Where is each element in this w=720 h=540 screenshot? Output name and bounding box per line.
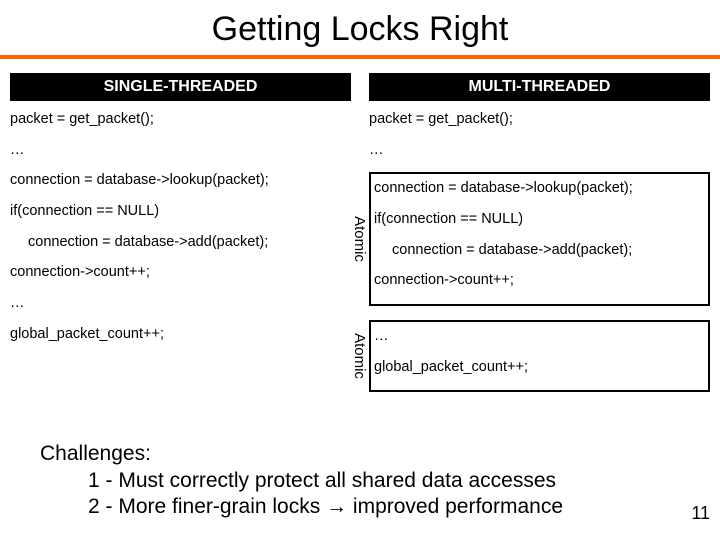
code-line: if(connection == NULL) bbox=[374, 211, 705, 228]
code-line: connection = database->add(packet); bbox=[10, 234, 351, 251]
code-line: packet = get_packet(); bbox=[10, 111, 351, 128]
code-line: … bbox=[10, 295, 351, 312]
atomic-box-2: Atomic … global_packet_count++; bbox=[369, 320, 710, 392]
code-line: if(connection == NULL) bbox=[10, 203, 351, 220]
left-column: SINGLE-THREADED packet = get_packet(); …… bbox=[10, 73, 351, 406]
challenges-title: Challenges: bbox=[40, 441, 563, 467]
code-line: connection = database->lookup(packet); bbox=[374, 180, 705, 197]
right-column: MULTI-THREADED packet = get_packet(); … … bbox=[369, 73, 710, 406]
challenges-block: Challenges: 1 - Must correctly protect a… bbox=[40, 441, 563, 520]
challenge-item-2: 2 - More finer-grain locks → improved pe… bbox=[40, 494, 563, 520]
code-line: … bbox=[10, 142, 351, 159]
slide-title: Getting Locks Right bbox=[0, 0, 720, 55]
left-header: SINGLE-THREADED bbox=[10, 73, 351, 101]
code-line: connection->count++; bbox=[10, 264, 351, 281]
code-line: connection = database->add(packet); bbox=[374, 242, 705, 259]
page-number: 11 bbox=[691, 503, 710, 524]
right-header: MULTI-THREADED bbox=[369, 73, 710, 101]
challenge-item-1: 1 - Must correctly protect all shared da… bbox=[40, 468, 563, 494]
atomic-label: Atomic bbox=[350, 214, 369, 264]
code-line: global_packet_count++; bbox=[374, 359, 705, 376]
code-line: global_packet_count++; bbox=[10, 326, 351, 343]
title-rule bbox=[0, 55, 720, 59]
code-line: … bbox=[369, 142, 710, 159]
columns-wrapper: SINGLE-THREADED packet = get_packet(); …… bbox=[0, 73, 720, 406]
code-line: connection->count++; bbox=[374, 272, 705, 289]
code-line: connection = database->lookup(packet); bbox=[10, 172, 351, 189]
left-code: packet = get_packet(); … connection = da… bbox=[10, 111, 351, 342]
right-code: packet = get_packet(); … Atomic connecti… bbox=[369, 111, 710, 392]
arrow-icon: → bbox=[326, 495, 347, 518]
code-line: packet = get_packet(); bbox=[369, 111, 710, 128]
challenge-2-post: improved performance bbox=[347, 495, 563, 518]
challenge-2-pre: 2 - More finer-grain locks bbox=[88, 495, 326, 518]
atomic-box-1: Atomic connection = database->lookup(pac… bbox=[369, 172, 710, 306]
atomic-label: Atomic bbox=[350, 331, 369, 381]
code-line: … bbox=[374, 328, 705, 345]
